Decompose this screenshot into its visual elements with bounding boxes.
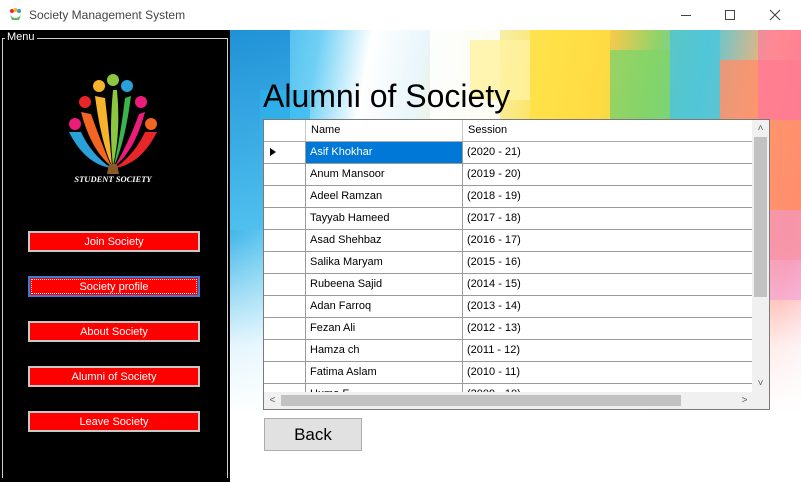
table-row[interactable]: Adeel Ramzan (2018 - 19) bbox=[264, 186, 753, 208]
row-header[interactable] bbox=[264, 230, 306, 252]
row-header[interactable] bbox=[264, 252, 306, 274]
alumni-of-society-button[interactable]: Alumni of Society bbox=[28, 366, 200, 387]
table-row[interactable]: Adan Farroq (2013 - 14) bbox=[264, 296, 753, 318]
student-society-logo: STUDENT SOCIETY bbox=[69, 74, 157, 184]
table-row[interactable]: Huma F(2009 - 10) bbox=[264, 384, 753, 392]
title-bar: Society Management System bbox=[0, 0, 801, 30]
close-icon bbox=[769, 9, 781, 21]
close-button[interactable] bbox=[752, 0, 798, 30]
row-header[interactable] bbox=[264, 142, 306, 164]
table-row[interactable]: Tayyab Hameed (2017 - 18) bbox=[264, 208, 753, 230]
table-row[interactable]: Salika Maryam (2015 - 16) bbox=[264, 252, 753, 274]
maximize-button[interactable] bbox=[707, 0, 753, 30]
vertical-scroll-thumb[interactable] bbox=[754, 137, 767, 297]
menu-panel: Menu STUDENT SOCIETY Join Society Societ… bbox=[0, 30, 230, 482]
horizontal-scroll-thumb[interactable] bbox=[281, 395, 681, 406]
row-header-corner bbox=[264, 120, 306, 141]
table-row[interactable]: Fatima Aslam (2010 - 11) bbox=[264, 362, 753, 384]
leave-society-button[interactable]: Leave Society bbox=[28, 411, 200, 432]
scroll-left-icon[interactable]: ˂ bbox=[264, 392, 281, 409]
cell-name[interactable]: Asad Shehbaz bbox=[306, 230, 463, 252]
row-header[interactable] bbox=[264, 340, 306, 362]
cell-session[interactable]: (2009 - 10) bbox=[463, 384, 753, 392]
table-row[interactable]: Asif Khokhar (2020 - 21) bbox=[264, 142, 753, 164]
scroll-up-icon[interactable]: ˄ bbox=[752, 120, 769, 137]
logo-text: STUDENT SOCIETY bbox=[74, 174, 152, 184]
minimize-icon bbox=[681, 14, 691, 16]
cell-session[interactable]: (2019 - 20) bbox=[463, 164, 753, 186]
cell-name[interactable]: Salika Maryam bbox=[306, 252, 463, 274]
cell-name[interactable]: Hamza ch bbox=[306, 340, 463, 362]
about-society-button[interactable]: About Society bbox=[28, 321, 200, 342]
page-title: Alumni of Society bbox=[263, 78, 511, 114]
table-row[interactable]: Fezan Ali (2012 - 13) bbox=[264, 318, 753, 340]
row-header[interactable] bbox=[264, 384, 306, 392]
cell-name[interactable]: Tayyab Hameed bbox=[306, 208, 463, 230]
cell-session[interactable]: (2014 - 15) bbox=[463, 274, 753, 296]
alumni-grid[interactable]: Name Session Asif Khokhar (2020 - 21) Anum… bbox=[263, 119, 770, 410]
cell-name[interactable]: Fezan Ali bbox=[306, 318, 463, 340]
menu-legend: Menu bbox=[5, 31, 37, 43]
row-header[interactable] bbox=[264, 318, 306, 340]
cell-session[interactable]: (2011 - 12) bbox=[463, 340, 753, 362]
table-row[interactable]: Rubeena Sajid (2014 - 15) bbox=[264, 274, 753, 296]
cell-name[interactable]: Fatima Aslam bbox=[306, 362, 463, 384]
cell-name[interactable]: Adeel Ramzan bbox=[306, 186, 463, 208]
join-society-button[interactable]: Join Society bbox=[28, 231, 200, 252]
scroll-down-icon[interactable]: ˅ bbox=[752, 375, 769, 392]
cell-name[interactable]: Huma F bbox=[306, 384, 463, 392]
cell-session[interactable]: (2017 - 18) bbox=[463, 208, 753, 230]
vertical-scrollbar[interactable]: ˄ ˅ bbox=[752, 120, 769, 392]
table-row[interactable]: Hamza ch (2011 - 12) bbox=[264, 340, 753, 362]
back-button[interactable]: Back bbox=[264, 418, 362, 451]
cell-session[interactable]: (2016 - 17) bbox=[463, 230, 753, 252]
row-header[interactable] bbox=[264, 362, 306, 384]
table-row[interactable]: Asad Shehbaz (2016 - 17) bbox=[264, 230, 753, 252]
cell-session[interactable]: (2018 - 19) bbox=[463, 186, 753, 208]
column-header-session[interactable]: Session bbox=[463, 120, 753, 141]
column-header-name[interactable]: Name bbox=[306, 120, 463, 141]
grid-header: Name Session bbox=[264, 120, 753, 141]
row-header[interactable] bbox=[264, 186, 306, 208]
society-profile-button[interactable]: Society profile bbox=[28, 276, 200, 297]
cell-name[interactable]: Asif Khokhar bbox=[306, 142, 463, 164]
horizontal-scrollbar[interactable]: ˂ ˃ bbox=[264, 392, 753, 409]
cell-name[interactable]: Anum Mansoor bbox=[306, 164, 463, 186]
cell-session[interactable]: (2012 - 13) bbox=[463, 318, 753, 340]
app-logo-icon bbox=[10, 8, 21, 20]
table-row[interactable]: Anum Mansoor (2019 - 20) bbox=[264, 164, 753, 186]
cell-session[interactable]: (2020 - 21) bbox=[463, 142, 753, 164]
scroll-right-icon[interactable]: ˃ bbox=[736, 392, 753, 409]
row-header[interactable] bbox=[264, 274, 306, 296]
row-header[interactable] bbox=[264, 208, 306, 230]
current-row-icon bbox=[270, 148, 276, 156]
maximize-icon bbox=[725, 10, 735, 20]
row-header[interactable] bbox=[264, 296, 306, 318]
cell-session[interactable]: (2010 - 11) bbox=[463, 362, 753, 384]
grid-viewport: Name Session Asif Khokhar (2020 - 21) Anum… bbox=[264, 120, 753, 392]
cell-name[interactable]: Rubeena Sajid bbox=[306, 274, 463, 296]
scrollbar-corner bbox=[752, 392, 769, 409]
minimize-button[interactable] bbox=[663, 0, 709, 30]
cell-session[interactable]: (2015 - 16) bbox=[463, 252, 753, 274]
cell-session[interactable]: (2013 - 14) bbox=[463, 296, 753, 318]
row-header[interactable] bbox=[264, 164, 306, 186]
cell-name[interactable]: Adan Farroq bbox=[306, 296, 463, 318]
window-title: Society Management System bbox=[29, 8, 186, 22]
